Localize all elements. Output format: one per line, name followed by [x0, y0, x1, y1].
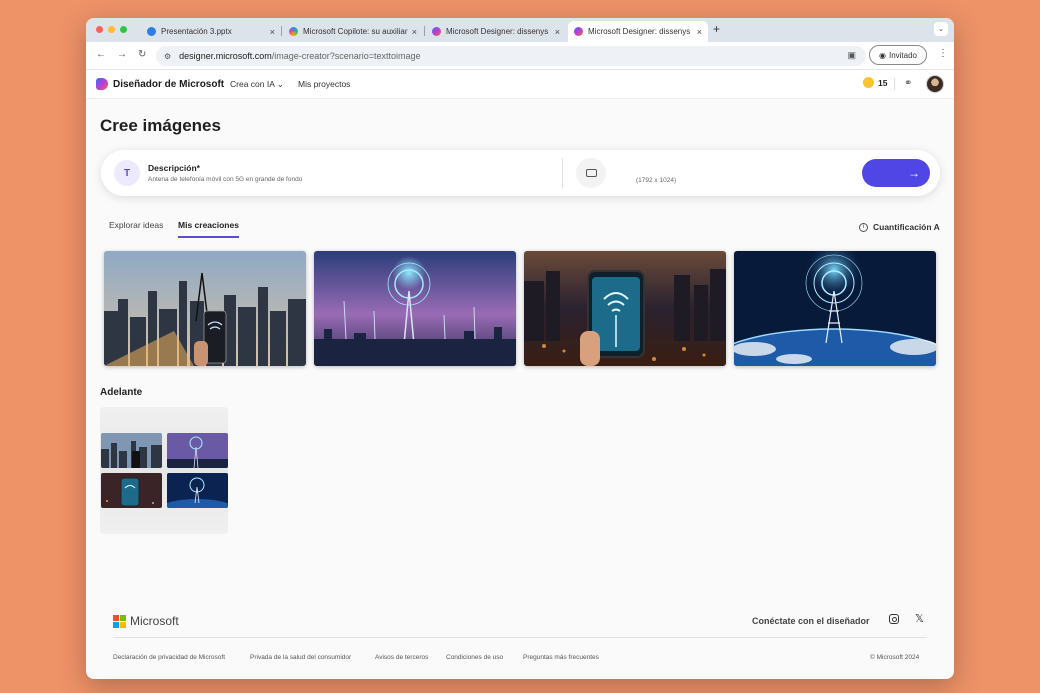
page-title: Cree imágenes — [100, 116, 221, 135]
arrow-right-icon: → — [908, 166, 920, 180]
url-host: designer.microsoft.com — [179, 51, 272, 61]
nav-create-with-ai[interactable]: Crea con IA ⌄ — [230, 79, 284, 90]
microsoft-squares-icon — [113, 614, 126, 628]
info-icon: i — [859, 222, 868, 232]
browser-tab[interactable]: Presentación 3.pptx × — [141, 21, 281, 42]
description-input[interactable]: Antena de telefonía móvil con 5G en gran… — [148, 176, 302, 183]
footer-divider — [113, 637, 927, 638]
footer-link-faq[interactable]: Preguntas más frecuentes — [523, 654, 599, 661]
instagram-icon[interactable] — [889, 614, 899, 624]
profile-icon: ◉ — [878, 50, 886, 60]
coin-icon: ⚡ — [863, 77, 874, 88]
app-header: Diseñador de Microsoft Crea con IA ⌄ Mis… — [86, 70, 954, 99]
close-tab-icon[interactable]: × — [412, 27, 417, 37]
collection-thumbnail — [167, 433, 228, 468]
description-label: Descripción* — [148, 163, 200, 173]
copyright: © Microsoft 2024 — [870, 654, 920, 661]
profile-button[interactable]: ◉ Invitado — [869, 45, 927, 65]
close-tab-icon[interactable]: × — [270, 27, 275, 37]
copilot-icon — [289, 27, 298, 36]
share-icon[interactable]: ⚭ — [904, 78, 912, 89]
browser-tab[interactable]: Microsoft Designer: dissenys × — [426, 21, 566, 42]
designer-icon — [574, 27, 583, 36]
chevron-down-icon: ⌄ — [276, 79, 284, 89]
x-icon[interactable]: 𝕏 — [915, 612, 924, 625]
minimize-window-button[interactable] — [108, 26, 115, 33]
tab-search-button[interactable]: ⌄ — [934, 22, 948, 36]
divider — [562, 158, 563, 188]
collection-thumbnail — [101, 433, 162, 468]
reload-icon[interactable]: ↻ — [138, 49, 146, 60]
generated-image[interactable] — [104, 251, 306, 366]
footer-link-third-party[interactable]: Avisos de terceros — [375, 654, 428, 661]
footer-link-privacy[interactable]: Declaración de privacidad de Microsoft — [113, 654, 225, 661]
microsoft-logo[interactable]: Microsoft — [113, 614, 179, 628]
onedrive-icon — [147, 27, 156, 36]
browser-window: Presentación 3.pptx × Microsoft Copilote… — [86, 18, 954, 679]
address-bar[interactable]: ⚙ designer.microsoft.com/image-creator?s… — [156, 46, 866, 66]
tab-separator — [424, 26, 425, 36]
text-to-image-icon: T — [114, 160, 140, 186]
designer-icon — [432, 27, 441, 36]
tab-separator — [281, 26, 282, 36]
generated-image[interactable] — [314, 251, 516, 366]
browser-tab-active[interactable]: Microsoft Designer: dissenys × — [568, 21, 708, 42]
size-label: (1792 x 1024) — [636, 177, 677, 184]
collection-thumbnail — [101, 473, 162, 508]
generated-image[interactable] — [734, 251, 936, 366]
close-window-button[interactable] — [96, 26, 103, 33]
browser-toolbar: ← → ↻ ⚙ designer.microsoft.com/image-cre… — [86, 42, 954, 70]
connect-label: Conéctate con el diseñador — [752, 616, 870, 626]
quantification-button[interactable]: i Cuantificación A — [859, 222, 940, 232]
new-tab-button[interactable]: + — [713, 22, 720, 36]
tab-my-creations[interactable]: Mis creaciones — [178, 220, 239, 238]
divider — [894, 78, 895, 90]
url-path: /image-creator?scenario=texttoimage — [271, 51, 421, 61]
browser-menu-icon[interactable]: ⋮ — [938, 48, 948, 59]
collection-card[interactable] — [100, 407, 228, 534]
footer-link-terms[interactable]: Condiciones de uso — [446, 654, 503, 661]
zoom-window-button[interactable] — [120, 26, 127, 33]
boosts-counter[interactable]: ⚡ 15 — [863, 77, 887, 88]
collection-thumbnail — [167, 473, 228, 508]
size-selector-button[interactable] — [576, 158, 606, 188]
close-tab-icon[interactable]: × — [555, 27, 560, 37]
aspect-ratio-icon — [585, 169, 597, 177]
designer-logo-icon — [96, 78, 108, 90]
browser-tab[interactable]: Microsoft Copilote: su auxiliar × — [283, 21, 423, 42]
close-tab-icon[interactable]: × — [697, 27, 702, 37]
back-icon[interactable]: ← — [96, 49, 106, 60]
nav-my-projects[interactable]: Mis proyectos — [298, 79, 350, 89]
forward-icon[interactable]: → — [117, 49, 127, 60]
prompt-card: T Descripción* Antena de telefonía móvil… — [101, 150, 940, 196]
window-controls — [96, 26, 127, 33]
generated-image[interactable] — [524, 251, 726, 366]
site-settings-icon[interactable]: ⚙ — [164, 52, 171, 61]
brand[interactable]: Diseñador de Microsoft — [96, 78, 224, 90]
tab-explore-ideas[interactable]: Explorar ideas — [109, 220, 163, 230]
section-title: Adelante — [100, 387, 143, 398]
translate-icon[interactable]: ▣ — [847, 50, 856, 61]
avatar[interactable] — [926, 75, 944, 93]
footer-link-health-privacy[interactable]: Privada de la salud del consumidor — [250, 654, 351, 661]
generate-button[interactable]: → — [862, 159, 930, 187]
tab-strip: Presentación 3.pptx × Microsoft Copilote… — [86, 18, 954, 42]
